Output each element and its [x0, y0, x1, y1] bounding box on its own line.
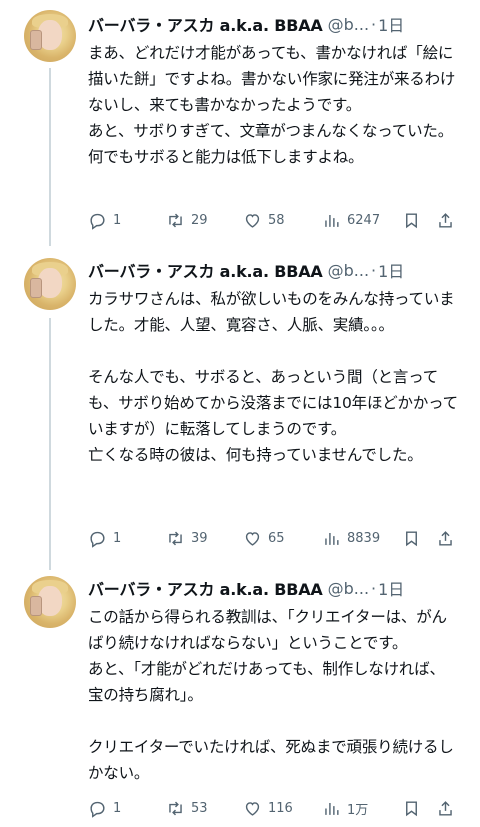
display-name[interactable]: バーバラ・アスカ a.k.a. BBAA — [88, 12, 323, 36]
share-button[interactable] — [436, 799, 455, 818]
like-count: 116 — [268, 800, 293, 816]
timestamp[interactable]: 1日 — [378, 258, 404, 282]
bookmark-icon — [406, 530, 417, 546]
views-icon — [325, 532, 339, 545]
retweet-icon — [169, 531, 182, 545]
view-count: 6247 — [347, 212, 381, 228]
tweet-header: バーバラ・アスカ a.k.a. BBAA @b... · 1日 — [88, 12, 468, 36]
display-name[interactable]: バーバラ・アスカ a.k.a. BBAA — [88, 258, 323, 282]
timestamp[interactable]: 1日 — [378, 576, 404, 600]
share-button[interactable] — [436, 211, 455, 230]
reply-icon — [90, 213, 105, 230]
tweet-text: カラサワさんは、私が欲しいものをみんな持っていました。才能、人望、寛容さ、人脈、… — [88, 290, 458, 464]
like-count: 65 — [268, 530, 285, 546]
retweet-count: 29 — [191, 212, 208, 228]
views-icon — [325, 214, 339, 227]
tweet-thread: バーバラ・アスカ a.k.a. BBAA @b... · 1日 まあ、どれだけ才… — [0, 0, 480, 827]
retweet-button[interactable]: 53 — [166, 799, 208, 818]
views-button[interactable]: 8839 — [322, 529, 380, 548]
user-handle[interactable]: @b... — [328, 15, 369, 34]
reply-count: 1 — [113, 530, 122, 546]
tweet-1[interactable]: バーバラ・アスカ a.k.a. BBAA @b... · 1日 まあ、どれだけ才… — [0, 4, 480, 246]
bookmark-icon — [406, 212, 417, 228]
retweet-icon — [169, 801, 182, 815]
separator: · — [371, 578, 377, 598]
tweet-text: まあ、どれだけ才能があっても、書かなければ「絵に描いた餅」ですよね。書かない作家… — [88, 44, 456, 166]
separator: · — [371, 14, 377, 34]
views-button[interactable]: 6247 — [322, 211, 380, 230]
like-button[interactable]: 58 — [243, 211, 285, 230]
tweet-header: バーバラ・アスカ a.k.a. BBAA @b... · 1日 — [88, 576, 468, 600]
view-count: 1万 — [347, 802, 369, 818]
like-count: 58 — [268, 212, 285, 228]
like-button[interactable]: 65 — [243, 529, 285, 548]
retweet-button[interactable]: 39 — [166, 529, 208, 548]
tweet-2[interactable]: バーバラ・アスカ a.k.a. BBAA @b... · 1日 カラサワさんは、… — [0, 250, 480, 570]
tweet-3[interactable]: バーバラ・アスカ a.k.a. BBAA @b... · 1日 この話から得られ… — [0, 568, 480, 827]
bookmark-button[interactable] — [402, 799, 421, 818]
tweet-actions: 1 29 58 6247 — [88, 206, 460, 234]
like-icon — [245, 801, 260, 816]
reply-count: 1 — [113, 212, 122, 228]
separator: · — [371, 260, 377, 280]
retweet-button[interactable]: 29 — [166, 211, 208, 230]
like-icon — [245, 531, 260, 546]
reply-icon — [90, 531, 105, 548]
share-icon — [439, 212, 452, 228]
share-icon — [439, 530, 452, 546]
avatar[interactable] — [24, 576, 76, 628]
tweet-header: バーバラ・アスカ a.k.a. BBAA @b... · 1日 — [88, 258, 468, 282]
retweet-count: 39 — [191, 530, 208, 546]
like-button[interactable]: 116 — [243, 799, 293, 818]
avatar[interactable] — [24, 10, 76, 62]
bookmark-button[interactable] — [402, 211, 421, 230]
view-count: 8839 — [347, 530, 381, 546]
timestamp[interactable]: 1日 — [378, 12, 404, 36]
thread-connector — [49, 318, 51, 570]
bookmark-button[interactable] — [402, 529, 421, 548]
tweet-actions: 1 39 65 8839 — [88, 524, 460, 552]
bookmark-icon — [406, 800, 417, 816]
like-icon — [245, 213, 260, 228]
user-handle[interactable]: @b... — [328, 261, 369, 280]
tweet-actions: 1 53 116 1万 — [88, 794, 460, 822]
reply-button[interactable]: 1 — [88, 211, 121, 230]
share-icon — [439, 800, 452, 816]
retweet-icon — [169, 213, 182, 227]
thread-connector — [49, 68, 51, 246]
display-name[interactable]: バーバラ・アスカ a.k.a. BBAA — [88, 576, 323, 600]
tweet-text: この話から得られる教訓は、「クリエイターは、がんばり続けなければならない」という… — [88, 608, 454, 782]
retweet-count: 53 — [191, 800, 208, 816]
avatar[interactable] — [24, 258, 76, 310]
share-button[interactable] — [436, 529, 455, 548]
reply-icon — [90, 801, 105, 818]
reply-button[interactable]: 1 — [88, 529, 121, 548]
views-icon — [325, 802, 339, 815]
reply-button[interactable]: 1 — [88, 799, 121, 818]
views-button[interactable]: 1万 — [322, 799, 368, 818]
reply-count: 1 — [113, 800, 122, 816]
user-handle[interactable]: @b... — [328, 579, 369, 598]
